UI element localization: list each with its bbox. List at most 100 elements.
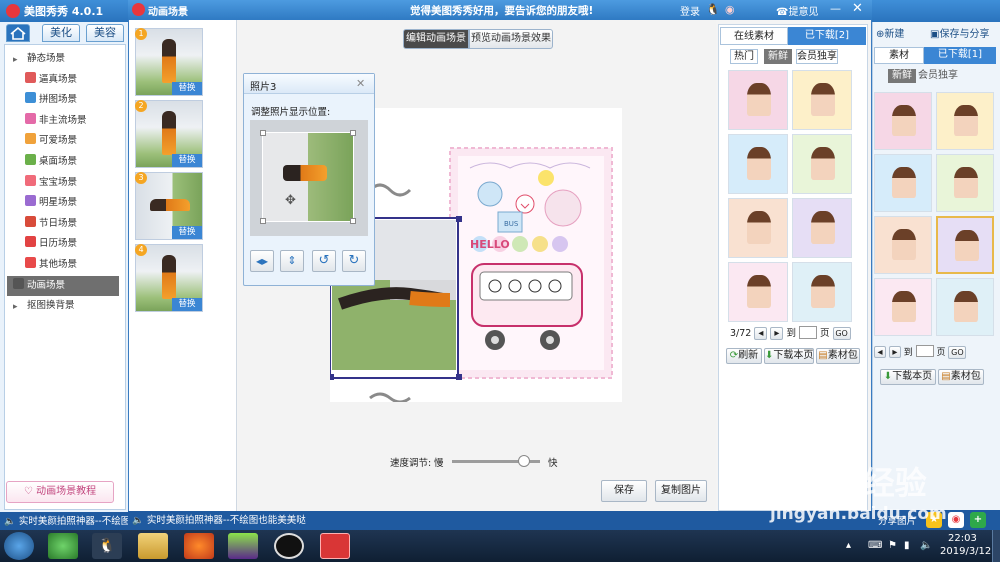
crop-handle[interactable] — [350, 130, 356, 136]
main-prev-icon[interactable]: ◂ — [874, 346, 886, 358]
taskbar-meitu-icon[interactable] — [320, 533, 350, 559]
frame-thumbnail[interactable]: 3 替换 — [135, 172, 203, 240]
weibo-icon[interactable]: ◉ — [948, 512, 964, 528]
main-go-button[interactable]: GO — [948, 346, 967, 359]
download-page-button[interactable]: ⬇下载本页 — [764, 348, 814, 364]
main-tab-material[interactable]: 素材 — [874, 47, 924, 64]
page-input[interactable] — [798, 326, 817, 339]
material-thumbnail[interactable] — [792, 134, 852, 194]
flip-horizontal-button[interactable]: ◂▸ — [250, 250, 274, 272]
material-thumbnail[interactable] — [936, 92, 994, 150]
filter-new[interactable]: 新鲜 — [764, 49, 792, 64]
scene-tree-item[interactable]: ▸ 抠图换背景 — [13, 296, 125, 317]
scene-tree-item[interactable]: ▸ 静态场景 — [13, 49, 125, 70]
main-next-icon[interactable]: ▸ — [888, 346, 901, 358]
scene-tree-item[interactable]: 非主流场景 — [13, 111, 125, 132]
frame-thumbnail[interactable]: 1 替换 — [135, 28, 203, 96]
clock-time[interactable]: 22:03 — [948, 533, 977, 544]
scene-tree-item[interactable]: 桌面场景 — [13, 152, 125, 173]
frame-thumbnail[interactable]: 2 替换 — [135, 100, 203, 168]
material-thumbnail[interactable] — [792, 262, 852, 322]
taskbar-folder-icon[interactable] — [138, 533, 168, 559]
crop-handle[interactable] — [260, 218, 266, 224]
material-thumbnail[interactable] — [874, 278, 932, 336]
qq-icon[interactable]: 🐧 — [706, 3, 720, 16]
new-button[interactable]: ⊕新建 — [876, 25, 904, 40]
start-button-icon[interactable] — [4, 532, 34, 560]
clock-date[interactable]: 2019/3/12 — [940, 546, 991, 557]
close-icon[interactable]: ✕ — [852, 1, 863, 16]
photo-crop-box[interactable]: ✥ — [260, 130, 356, 224]
main-page-input[interactable] — [915, 345, 934, 357]
crop-handle[interactable] — [260, 130, 266, 136]
taskbar-qq-icon[interactable]: 🐧 — [92, 533, 122, 559]
login-link[interactable]: 登录 — [680, 3, 700, 18]
material-thumbnail[interactable] — [936, 278, 994, 336]
replace-button[interactable]: 替换 — [172, 298, 202, 311]
taskbar-record-icon[interactable] — [274, 533, 304, 559]
minimize-icon[interactable]: — — [830, 2, 841, 15]
replace-button[interactable]: 替换 — [172, 226, 202, 239]
copy-image-button[interactable]: 复制图片 — [655, 480, 707, 502]
filter-hot[interactable]: 热门 — [730, 49, 758, 64]
tray-volume-icon[interactable]: 🔈 — [920, 540, 932, 551]
scene-tree-item[interactable]: 明星场景 — [13, 193, 125, 214]
material-thumbnail[interactable] — [874, 216, 932, 274]
home-tab[interactable] — [6, 24, 30, 42]
go-button[interactable]: GO — [832, 327, 851, 340]
show-desktop-button[interactable] — [992, 530, 1000, 562]
tab-preview-scene[interactable]: 预览动画场景效果 — [469, 29, 553, 49]
tray-arrow-icon[interactable]: ▴ — [846, 540, 851, 551]
replace-button[interactable]: 替换 — [172, 82, 202, 95]
add-icon[interactable]: + — [970, 512, 986, 528]
material-thumbnail[interactable] — [936, 216, 994, 274]
material-thumbnail[interactable] — [874, 154, 932, 212]
flip-vertical-button[interactable]: ⇕ — [280, 250, 304, 272]
prev-page-icon[interactable]: ◂ — [754, 327, 768, 340]
scene-tree-item[interactable]: 可爱场景 — [13, 131, 125, 152]
main-package-button[interactable]: ▤素材包 — [938, 369, 984, 385]
tab-downloaded-material[interactable]: 已下载[2] — [788, 27, 866, 45]
tab-edit-scene[interactable]: 编辑动画场景 — [403, 29, 469, 49]
material-thumbnail[interactable] — [792, 70, 852, 130]
material-package-button[interactable]: ▤素材包 — [816, 348, 860, 364]
tray-keyboard-icon[interactable]: ⌨ — [868, 540, 882, 551]
scene-tree-item[interactable]: 拼图场景 — [13, 90, 125, 111]
material-thumbnail[interactable] — [728, 134, 788, 194]
main-filter-new[interactable]: 新鲜 — [888, 69, 916, 83]
tab-beautify[interactable]: 美化 — [42, 24, 80, 42]
material-thumbnail[interactable] — [792, 198, 852, 258]
save-share-button[interactable]: ▣保存与分享 — [930, 25, 989, 40]
taskbar-firefox-icon[interactable] — [184, 533, 214, 559]
scene-tree-item[interactable]: 其他场景 — [13, 255, 125, 276]
material-thumbnail[interactable] — [874, 92, 932, 150]
tray-network-icon[interactable]: ▮ — [904, 540, 910, 551]
scene-tree-item[interactable]: 动画场景 — [7, 275, 119, 297]
save-button[interactable]: 保存 — [601, 480, 647, 502]
tab-beauty[interactable]: 美容 — [86, 24, 124, 42]
scene-tree-item[interactable]: 节日场景 — [13, 214, 125, 235]
tutorial-button[interactable]: ♡ 动画场景教程 — [6, 481, 114, 503]
feedback-link[interactable]: ☎提意见 — [776, 3, 818, 18]
filter-vip[interactable]: 会员独享 — [796, 49, 838, 64]
main-download-page-button[interactable]: ⬇下载本页 — [880, 369, 936, 385]
tab-online-material[interactable]: 在线素材 — [720, 27, 788, 45]
refresh-button[interactable]: ⟳刷新 — [726, 348, 762, 364]
material-thumbnail[interactable] — [728, 70, 788, 130]
crop-handle[interactable] — [350, 218, 356, 224]
material-thumbnail[interactable] — [728, 198, 788, 258]
tray-flag-icon[interactable]: ⚑ — [888, 540, 897, 551]
material-thumbnail[interactable] — [936, 154, 994, 212]
scene-tree-item[interactable]: 宝宝场景 — [13, 173, 125, 194]
next-page-icon[interactable]: ▸ — [770, 327, 784, 340]
main-tab-downloaded[interactable]: 已下载[1] — [924, 47, 996, 64]
rotate-right-button[interactable]: ↻ — [342, 250, 366, 272]
weibo-top-icon[interactable]: ◉ — [725, 3, 735, 16]
scene-tree-item[interactable]: 逼真场景 — [13, 70, 125, 91]
main-filter-vip[interactable]: 会员独享 — [918, 69, 958, 83]
replace-button[interactable]: 替换 — [172, 154, 202, 167]
taskbar-ie-icon[interactable] — [48, 533, 78, 559]
rotate-left-button[interactable]: ↺ — [312, 250, 336, 272]
photo-crop-area[interactable]: ✥ — [250, 120, 368, 236]
frame-thumbnail[interactable]: 4 替换 — [135, 244, 203, 312]
